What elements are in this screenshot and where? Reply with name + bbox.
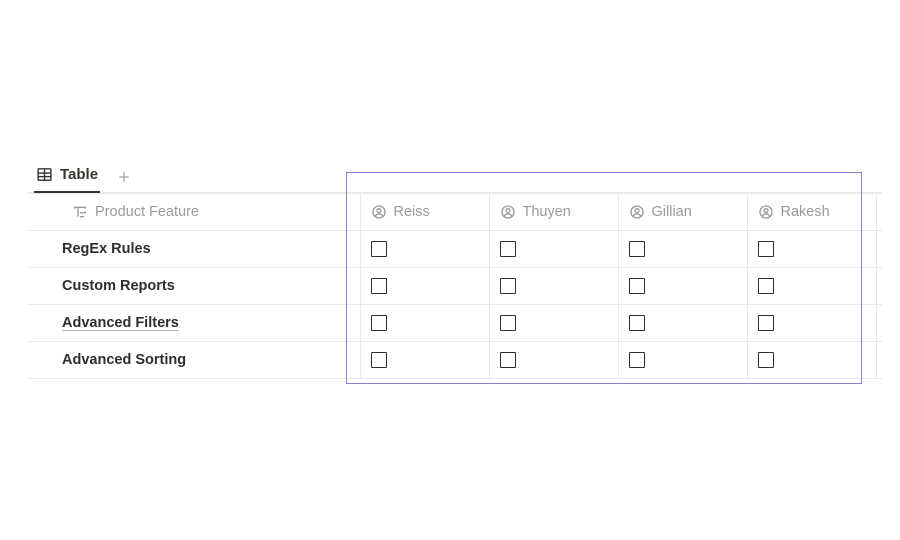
- tab-table[interactable]: Table: [34, 160, 100, 193]
- tab-label: Table: [60, 166, 98, 183]
- table-icon: [36, 166, 53, 183]
- checkbox[interactable]: [629, 315, 645, 331]
- row-tail: [876, 231, 882, 268]
- checkbox-cell[interactable]: [747, 268, 876, 305]
- row-spacer: [28, 342, 62, 379]
- checkbox[interactable]: [500, 352, 516, 368]
- row-tail: [876, 268, 882, 305]
- row-spacer: [28, 231, 62, 268]
- row-name-cell[interactable]: Advanced Sorting: [62, 342, 360, 379]
- plus-icon: [116, 169, 132, 185]
- checkbox[interactable]: [500, 241, 516, 257]
- column-header-person-2[interactable]: Gillian: [618, 194, 747, 231]
- person-icon: [629, 204, 645, 220]
- row-tail: [876, 342, 882, 379]
- table-row[interactable]: Advanced Filters: [28, 305, 882, 342]
- checkbox[interactable]: [758, 241, 774, 257]
- checkbox-cell[interactable]: [360, 305, 489, 342]
- checkbox-cell[interactable]: [747, 342, 876, 379]
- row-name-cell[interactable]: Advanced Filters: [62, 305, 360, 342]
- table-row[interactable]: RegEx Rules: [28, 231, 882, 268]
- checkbox[interactable]: [371, 352, 387, 368]
- table-row[interactable]: Advanced Sorting: [28, 342, 882, 379]
- row-name-cell[interactable]: RegEx Rules: [62, 231, 360, 268]
- text-icon: [72, 204, 88, 220]
- table-row[interactable]: Custom Reports: [28, 268, 882, 305]
- checkbox[interactable]: [371, 315, 387, 331]
- column-header-person-3[interactable]: Rakesh: [747, 194, 876, 231]
- checkbox-cell[interactable]: [747, 231, 876, 268]
- column-header-name[interactable]: Product Feature: [62, 194, 360, 231]
- checkbox[interactable]: [758, 352, 774, 368]
- checkbox-cell[interactable]: [618, 268, 747, 305]
- add-view-button[interactable]: [112, 165, 136, 189]
- checkbox[interactable]: [629, 241, 645, 257]
- row-spacer: [28, 305, 62, 342]
- row-spacer: [28, 268, 62, 305]
- column-header-person-3-label: Rakesh: [781, 204, 830, 220]
- checkbox-cell[interactable]: [489, 305, 618, 342]
- checkbox-cell[interactable]: [360, 268, 489, 305]
- checkbox-cell[interactable]: [360, 342, 489, 379]
- table-container: Product Feature R: [28, 193, 882, 379]
- row-tail: [876, 305, 882, 342]
- checkbox[interactable]: [371, 278, 387, 294]
- view-tabs: Table: [28, 160, 882, 193]
- checkbox[interactable]: [500, 278, 516, 294]
- checkbox-cell[interactable]: [618, 231, 747, 268]
- checkbox-cell[interactable]: [747, 305, 876, 342]
- checkbox-cell[interactable]: [489, 231, 618, 268]
- checkbox[interactable]: [629, 352, 645, 368]
- column-header-name-label: Product Feature: [95, 204, 199, 220]
- person-icon: [371, 204, 387, 220]
- checkbox-cell[interactable]: [360, 231, 489, 268]
- checkbox[interactable]: [500, 315, 516, 331]
- person-icon: [758, 204, 774, 220]
- row-name-cell[interactable]: Custom Reports: [62, 268, 360, 305]
- checkbox[interactable]: [629, 278, 645, 294]
- checkbox-cell[interactable]: [489, 268, 618, 305]
- checkbox-cell[interactable]: [489, 342, 618, 379]
- column-header-person-1-label: Thuyen: [523, 204, 571, 220]
- checkbox[interactable]: [758, 278, 774, 294]
- column-header-person-0-label: Reiss: [394, 204, 430, 220]
- person-icon: [500, 204, 516, 220]
- feature-table: Product Feature R: [28, 193, 882, 379]
- checkbox[interactable]: [371, 241, 387, 257]
- column-header-person-0[interactable]: Reiss: [360, 194, 489, 231]
- header-tail: [876, 194, 882, 231]
- checkbox-cell[interactable]: [618, 305, 747, 342]
- checkbox[interactable]: [758, 315, 774, 331]
- header-spacer: [28, 194, 62, 231]
- checkbox-cell[interactable]: [618, 342, 747, 379]
- column-header-person-2-label: Gillian: [652, 204, 692, 220]
- column-header-person-1[interactable]: Thuyen: [489, 194, 618, 231]
